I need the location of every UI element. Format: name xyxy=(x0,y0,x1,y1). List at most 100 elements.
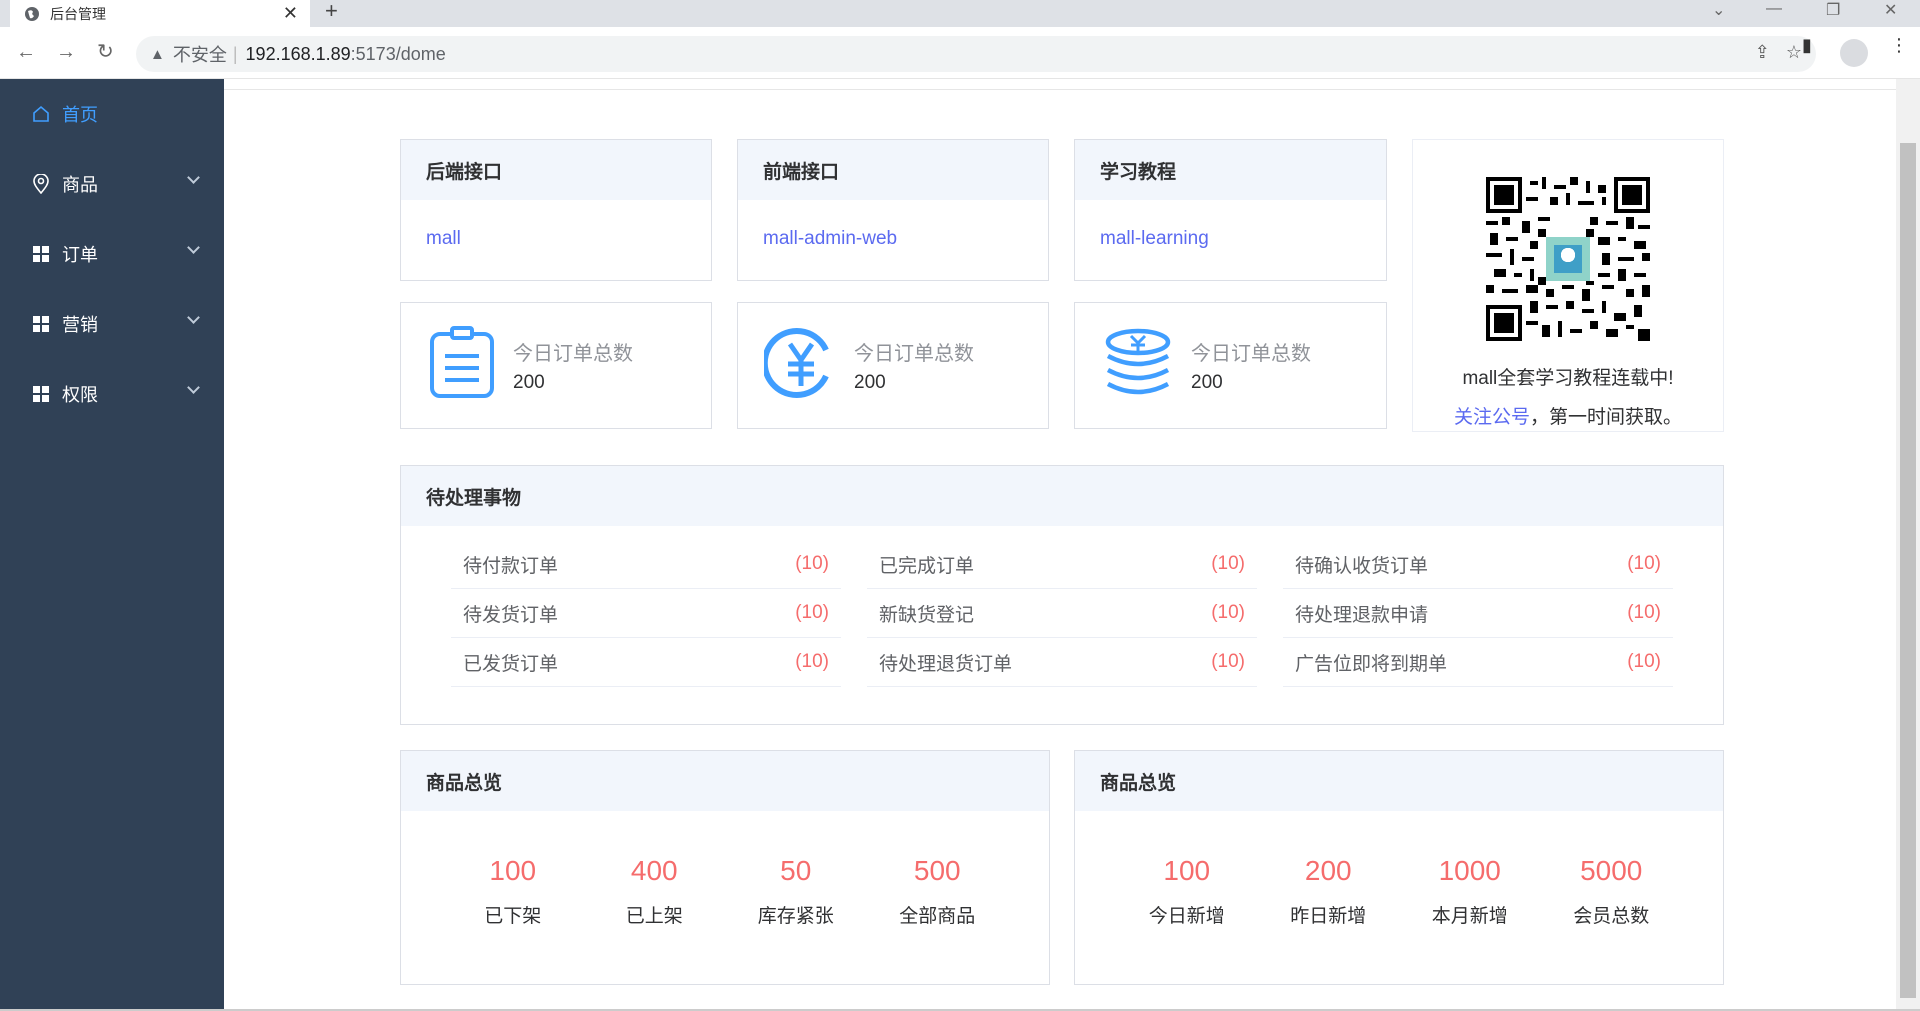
sidebar-item-label: 营销 xyxy=(62,315,98,335)
todo-label: 待确认收货订单 xyxy=(1295,555,1429,577)
yen-icon xyxy=(761,326,838,405)
todo-count: (10) xyxy=(1211,553,1245,574)
todo-row[interactable]: 待处理退货订单 (10) xyxy=(867,638,1257,687)
grid-icon xyxy=(30,316,52,332)
todo-row[interactable]: 待付款订单 (10) xyxy=(451,540,841,589)
todo-label: 待处理退款申请 xyxy=(1295,604,1429,626)
forward-icon[interactable]: → xyxy=(56,40,76,64)
todo-row[interactable]: 待确认收货订单 (10) xyxy=(1283,540,1673,589)
todo-count: (10) xyxy=(1627,651,1661,672)
card-title: 商品总览 xyxy=(1075,751,1723,811)
todo-row[interactable]: 待处理退款申请 (10) xyxy=(1283,589,1673,638)
sidebar-item-goods[interactable]: 商品 xyxy=(0,149,224,219)
link-card-backend: 后端接口 mall xyxy=(400,139,712,281)
learning-link[interactable]: mall-learning xyxy=(1075,200,1386,278)
chevron-down-icon xyxy=(187,381,200,394)
url-separator: | xyxy=(232,43,238,64)
chevron-down-icon xyxy=(187,241,200,254)
restore-icon[interactable]: ❐ xyxy=(1826,0,1840,20)
todo-count: (10) xyxy=(1627,602,1661,623)
sidebar-item-label: 商品 xyxy=(62,175,98,195)
bookmark-star-icon[interactable]: ☆ xyxy=(1786,42,1802,63)
overview-number: 5000 xyxy=(1580,855,1643,886)
card-title: 后端接口 xyxy=(401,140,711,200)
overview-caption: 全部商品 xyxy=(899,906,976,927)
share-icon[interactable]: ⇪ xyxy=(1755,42,1770,63)
warning-icon[interactable]: ▲ xyxy=(150,46,165,63)
overview-item[interactable]: 1000 本月新增 xyxy=(1399,811,1541,984)
tab-close-icon[interactable]: ✕ xyxy=(283,3,298,24)
profile-avatar-icon[interactable] xyxy=(1840,39,1868,67)
frontend-link[interactable]: mall-admin-web xyxy=(738,200,1048,278)
todo-label: 广告位即将到期单 xyxy=(1295,653,1448,675)
divider xyxy=(224,89,1896,90)
overview-item[interactable]: 5000 会员总数 xyxy=(1541,811,1683,984)
todo-column: 已完成订单 (10) 新缺货登记 (10) 待处理退货订单 (10) xyxy=(867,540,1257,687)
new-tab-icon[interactable]: + xyxy=(325,0,338,22)
scrollbar[interactable] xyxy=(1896,79,1920,1011)
backend-link[interactable]: mall xyxy=(401,200,711,278)
minimize-icon[interactable]: — xyxy=(1766,0,1782,18)
qr-code-icon xyxy=(1486,177,1650,341)
todo-row[interactable]: 已完成订单 (10) xyxy=(867,540,1257,589)
stat-card: 今日订单总数 200 xyxy=(400,302,712,429)
tab-search-icon[interactable]: ⌄ xyxy=(1712,0,1725,20)
todo-row[interactable]: 已发货订单 (10) xyxy=(451,638,841,687)
browser-tab-bar: 后台管理 ✕ + ⌄ — ❐ ✕ xyxy=(0,0,1920,27)
todo-label: 新缺货登记 xyxy=(879,604,975,626)
overview-caption: 会员总数 xyxy=(1573,906,1650,927)
reload-icon[interactable]: ↻ xyxy=(97,40,114,64)
todo-label: 待付款订单 xyxy=(463,555,559,577)
sidepanel-icon[interactable]: ▮ xyxy=(1802,35,1812,56)
follow-link[interactable]: 关注公号 xyxy=(1454,407,1530,428)
sidebar-item-label: 权限 xyxy=(62,385,98,405)
chevron-down-icon xyxy=(187,311,200,324)
link-card-learning: 学习教程 mall-learning xyxy=(1074,139,1387,281)
location-icon xyxy=(30,174,52,194)
overview-item[interactable]: 200 昨日新增 xyxy=(1258,811,1400,984)
overview-item[interactable]: 100 今日新增 xyxy=(1116,811,1258,984)
overview-caption: 已下架 xyxy=(484,906,542,927)
tab-title: 后台管理 xyxy=(50,5,106,22)
link-card-frontend: 前端接口 mall-admin-web xyxy=(737,139,1049,281)
browser-tab[interactable]: 后台管理 ✕ xyxy=(10,0,310,27)
scrollbar-thumb[interactable] xyxy=(1900,143,1916,998)
menu-dots-icon[interactable]: ⋮ xyxy=(1890,35,1908,56)
overview-caption: 今日新增 xyxy=(1148,906,1225,927)
todo-row[interactable]: 新缺货登记 (10) xyxy=(867,589,1257,638)
todo-label: 待处理退货订单 xyxy=(879,653,1013,675)
overview-item[interactable]: 50 库存紧张 xyxy=(725,811,867,984)
sidebar-item-marketing[interactable]: 营销 xyxy=(0,289,224,359)
stat-value: 200 xyxy=(513,372,545,393)
address-bar: ← → ↻ ▲ 不安全 | 192.168.1.89 :5173/dome ⇪ … xyxy=(0,27,1920,79)
sidebar-item-label: 订单 xyxy=(62,245,98,265)
todo-card: 待处理事物 待付款订单 (10) 待发货订单 (10) 已发货订单 (10) 已完成订… xyxy=(400,465,1724,725)
sidebar-item-permissions[interactable]: 权限 xyxy=(0,359,224,429)
todo-row[interactable]: 待发货订单 (10) xyxy=(451,589,841,638)
clipboard-icon xyxy=(427,326,497,405)
todo-row[interactable]: 广告位即将到期单 (10) xyxy=(1283,638,1673,687)
overview-item[interactable]: 400 已上架 xyxy=(584,811,726,984)
overview-item[interactable]: 100 已下架 xyxy=(442,811,584,984)
back-icon[interactable]: ← xyxy=(16,40,36,64)
sidebar-item-home[interactable]: 首页 xyxy=(0,79,224,149)
qr-card: mall全套学习教程连载中! 关注公号，第一时间获取。 xyxy=(1412,139,1724,432)
insecure-label[interactable]: 不安全 xyxy=(173,41,227,67)
coins-icon xyxy=(1101,326,1175,405)
overview-item[interactable]: 500 全部商品 xyxy=(867,811,1009,984)
stat-label: 今日订单总数 xyxy=(854,343,974,365)
sidebar: 首页 商品 订单 营销 权限 xyxy=(0,79,224,1011)
window-close-icon[interactable]: ✕ xyxy=(1884,0,1897,20)
url-field[interactable]: ▲ 不安全 | 192.168.1.89 :5173/dome ⇪ ☆ xyxy=(136,36,1816,72)
overview-caption: 昨日新增 xyxy=(1290,906,1367,927)
stat-label: 今日订单总数 xyxy=(1191,343,1311,365)
card-title: 待处理事物 xyxy=(401,466,1723,526)
overview-number: 1000 xyxy=(1438,855,1501,886)
goods-overview-card: 商品总览 100 已下架 400 已上架 50 库存紧张 500 全部商品 xyxy=(400,750,1050,985)
overview-caption: 已上架 xyxy=(625,906,683,927)
todo-column: 待确认收货订单 (10) 待处理退款申请 (10) 广告位即将到期单 (10) xyxy=(1283,540,1673,687)
card-title: 商品总览 xyxy=(401,751,1049,811)
stat-value: 200 xyxy=(1191,372,1223,393)
url-path: :5173/dome xyxy=(350,43,446,64)
sidebar-item-orders[interactable]: 订单 xyxy=(0,219,224,289)
